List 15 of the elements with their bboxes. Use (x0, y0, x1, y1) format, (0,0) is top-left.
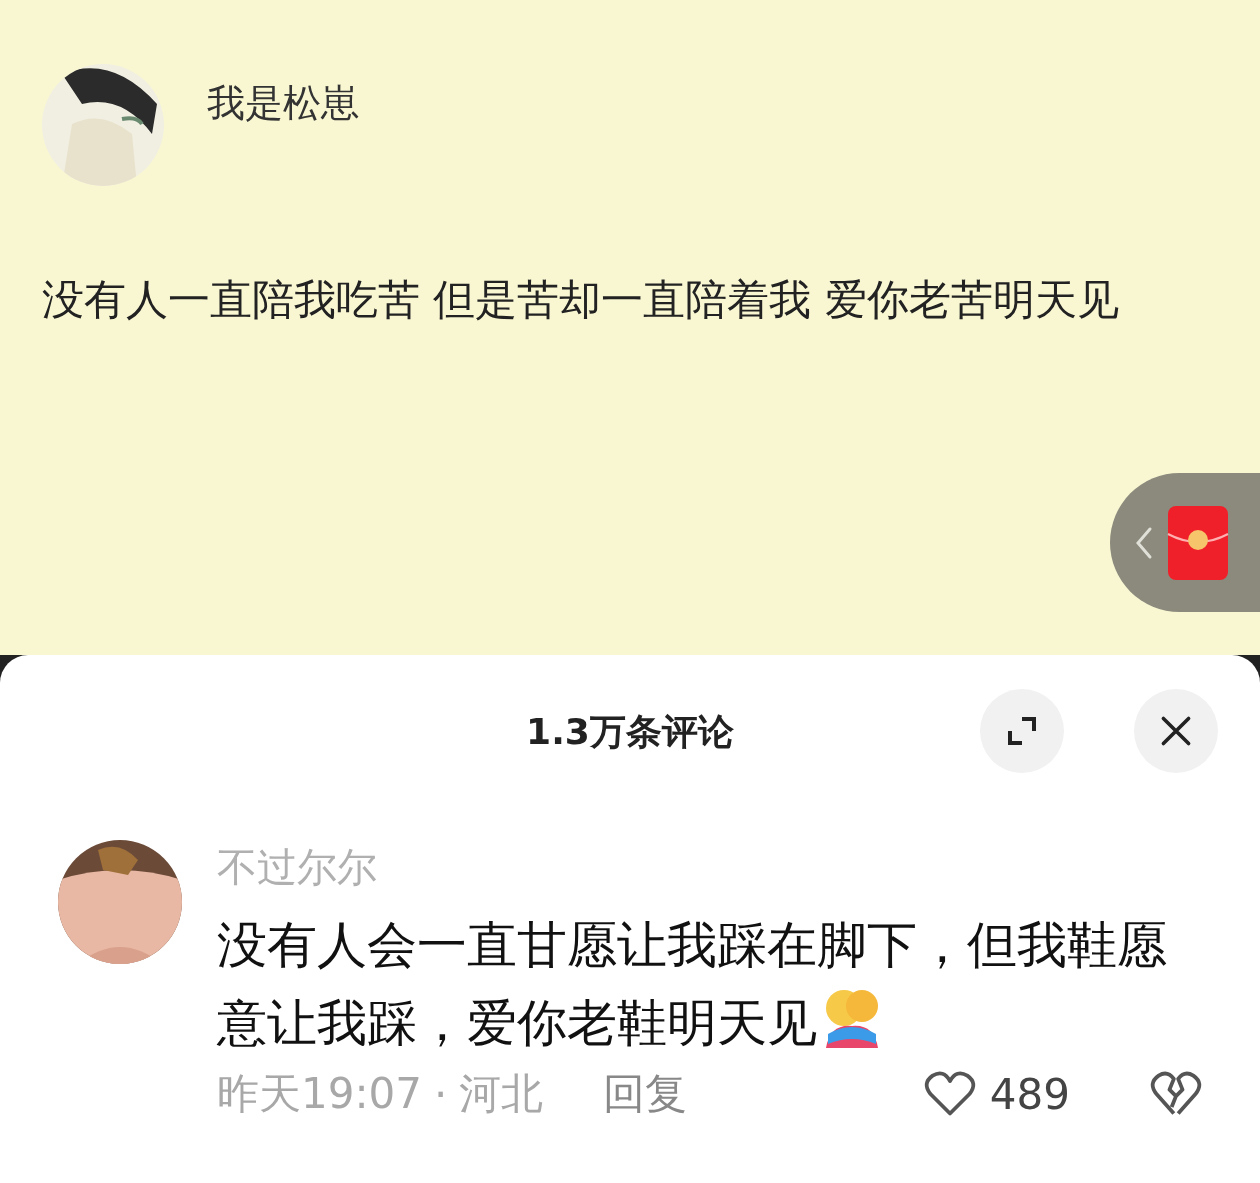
floating-pill[interactable] (1110, 473, 1260, 612)
post-text: 没有人一直陪我吃苦 但是苦却一直陪着我 爱你老苦明天见 (42, 274, 1120, 326)
username[interactable]: 不过尔尔 (217, 840, 377, 895)
like-count: 489 (989, 1069, 1070, 1119)
chevron-left-icon (1134, 525, 1154, 560)
separator-dot: · (434, 1069, 448, 1119)
author-name[interactable]: 我是松崽 (207, 78, 359, 129)
comment-location: 河北 (459, 1068, 544, 1120)
broken-heart-icon[interactable] (1150, 1070, 1202, 1118)
reply-link[interactable]: 回复 (603, 1066, 688, 1122)
heart-icon[interactable] (923, 1070, 976, 1118)
comment-text: 没有人会一直甘愿让我踩在脚下，但我鞋愿意让我踩，爱你老鞋明天见 (217, 915, 1168, 1054)
envelope-icon (1166, 503, 1230, 582)
comment-time: 昨天19:07 (217, 1068, 423, 1120)
comments-title: 1.3万条评论 (526, 710, 734, 754)
